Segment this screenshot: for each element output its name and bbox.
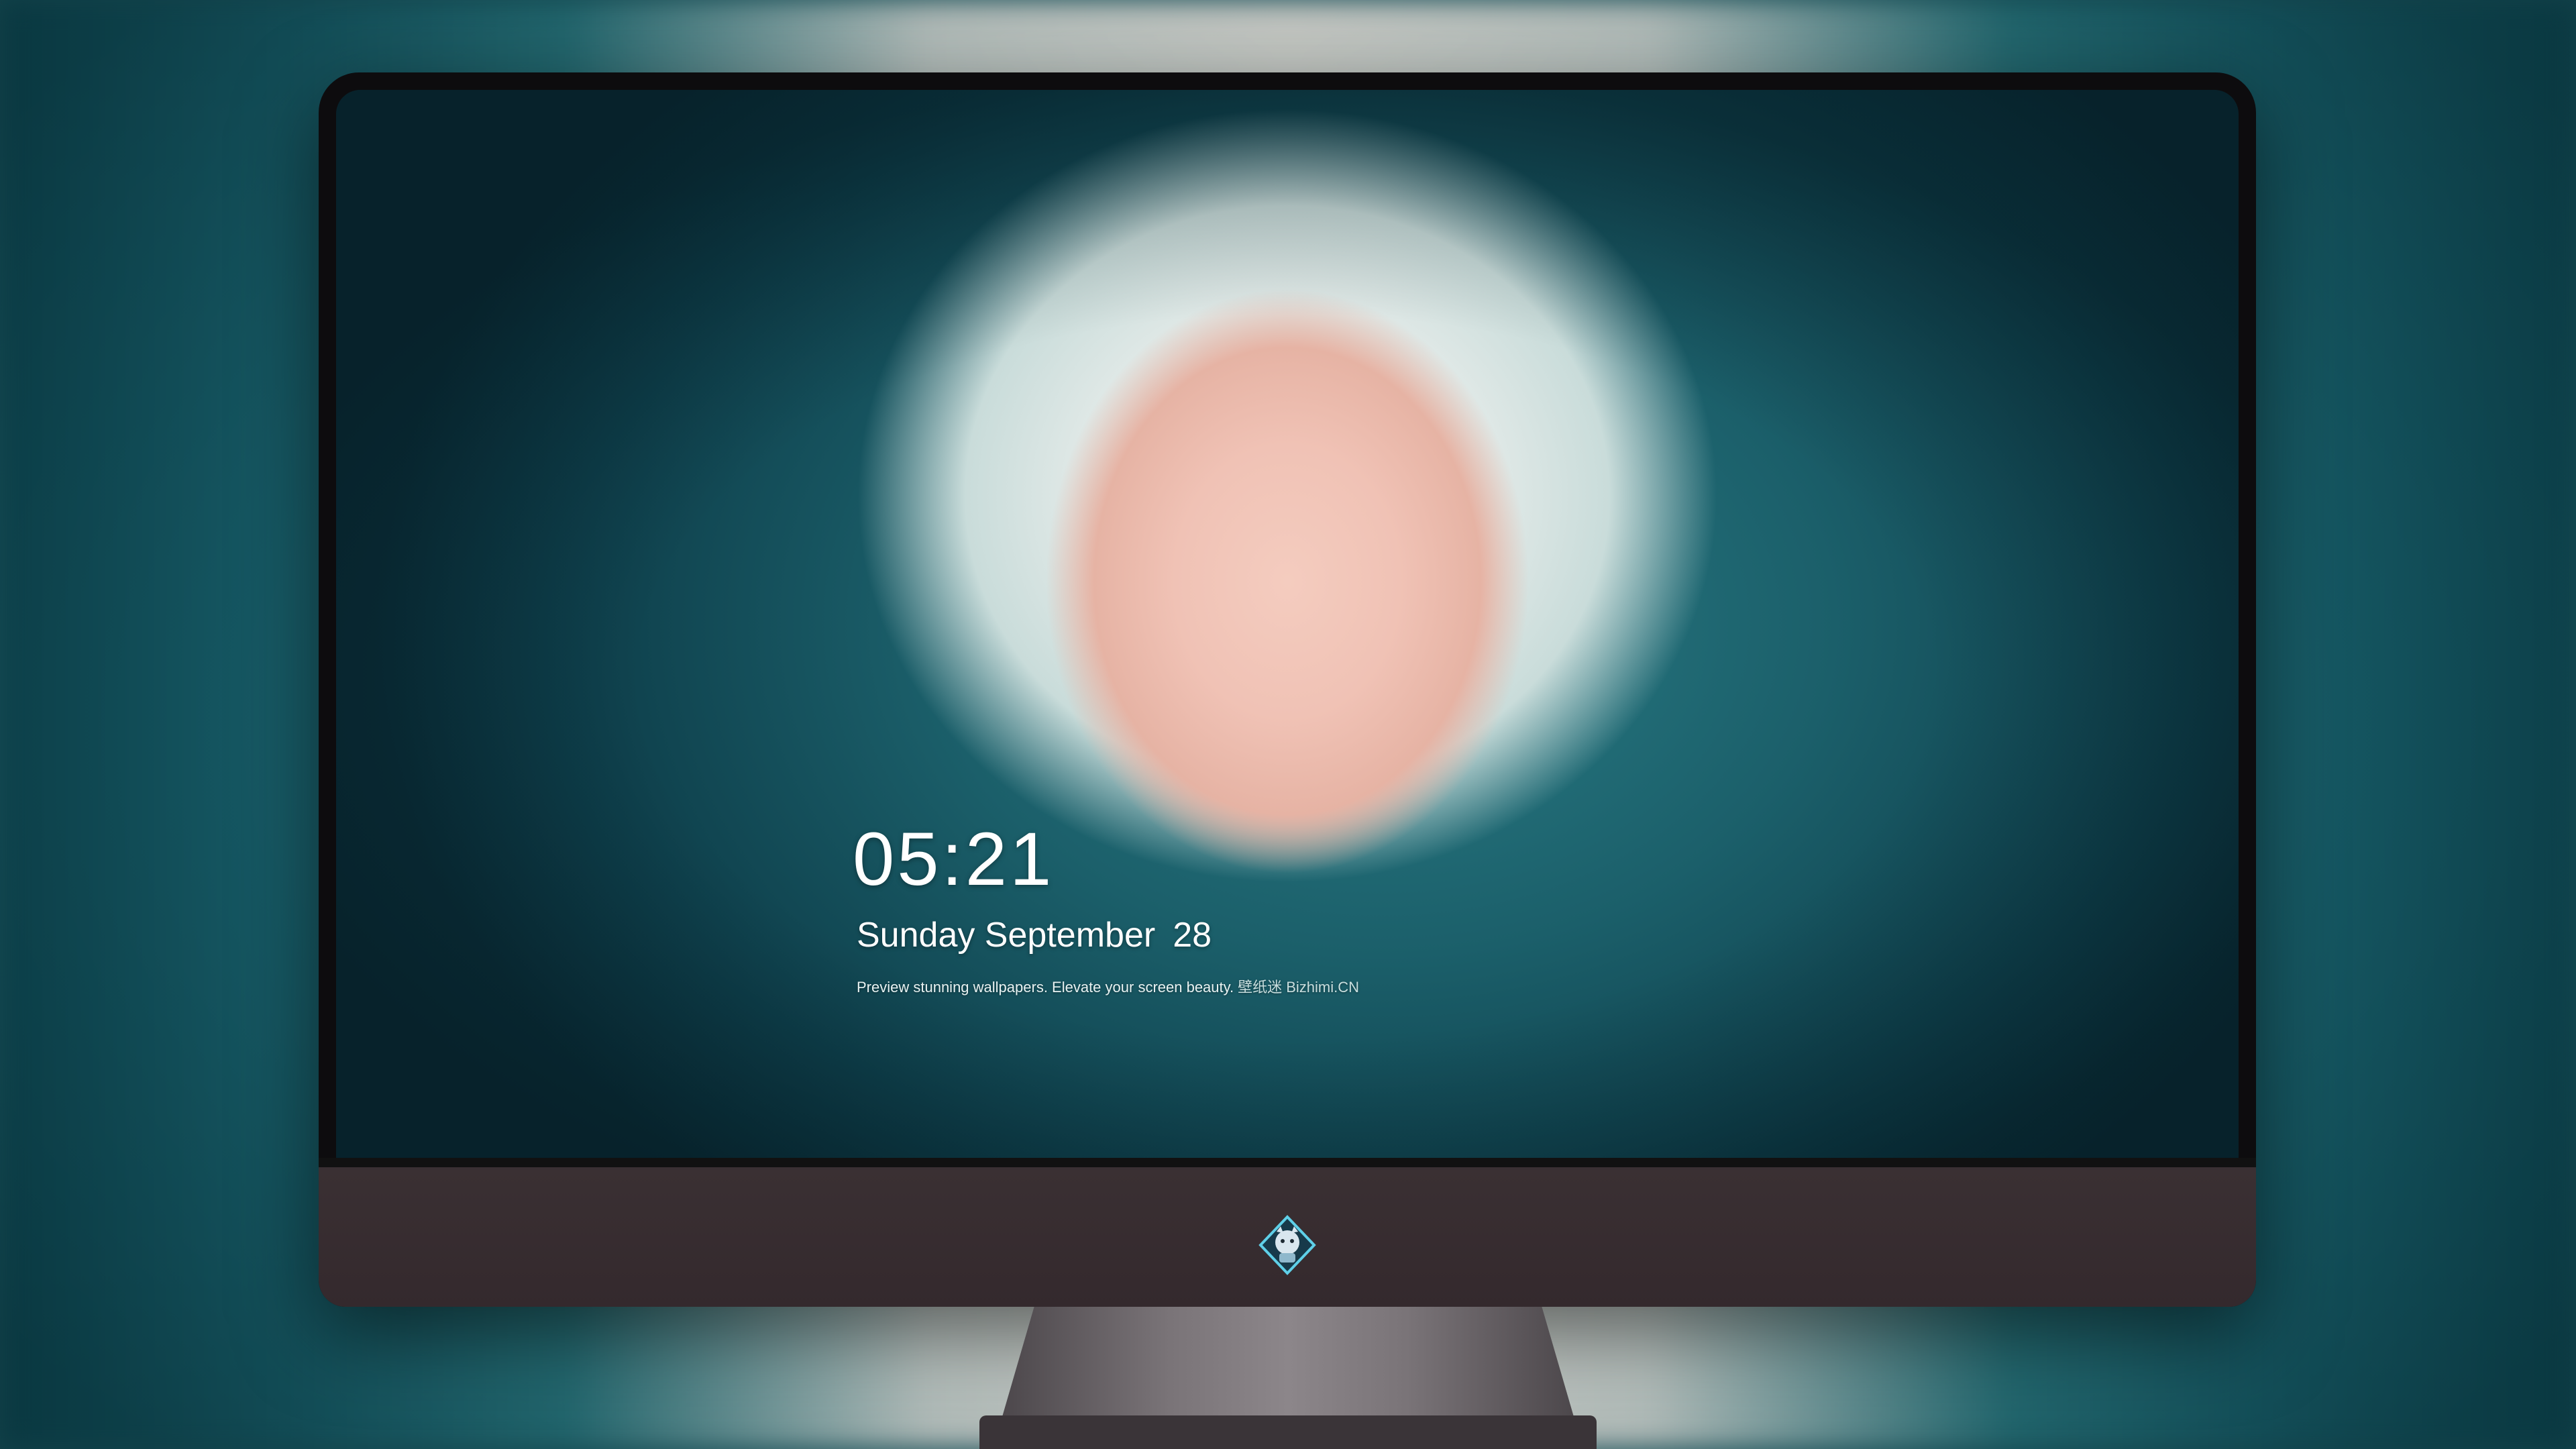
tagline-text: Preview stunning wallpapers. Elevate you…: [857, 979, 1234, 996]
lock-screen-date: Sunday September 28: [857, 915, 1212, 955]
lock-screen-day: 28: [1173, 916, 1212, 955]
monitor-screen: 05:21 Sunday September 28 Preview stunnin…: [336, 90, 2239, 1158]
lock-screen-time: 05:21: [853, 817, 1055, 901]
monitor-frame: 05:21 Sunday September 28 Preview stunnin…: [319, 72, 2256, 1307]
brand-text: 壁纸迷 Bizhimi.CN: [1238, 979, 1360, 996]
brand-mascot-logo-icon: [1256, 1214, 1318, 1276]
lock-screen-weekday-month: Sunday September: [857, 916, 1156, 955]
lock-screen-tagline: Preview stunning wallpapers. Elevate you…: [857, 975, 1359, 997]
monitor-stand-base: [979, 1415, 1597, 1449]
monitor-chin: [319, 1158, 2256, 1307]
